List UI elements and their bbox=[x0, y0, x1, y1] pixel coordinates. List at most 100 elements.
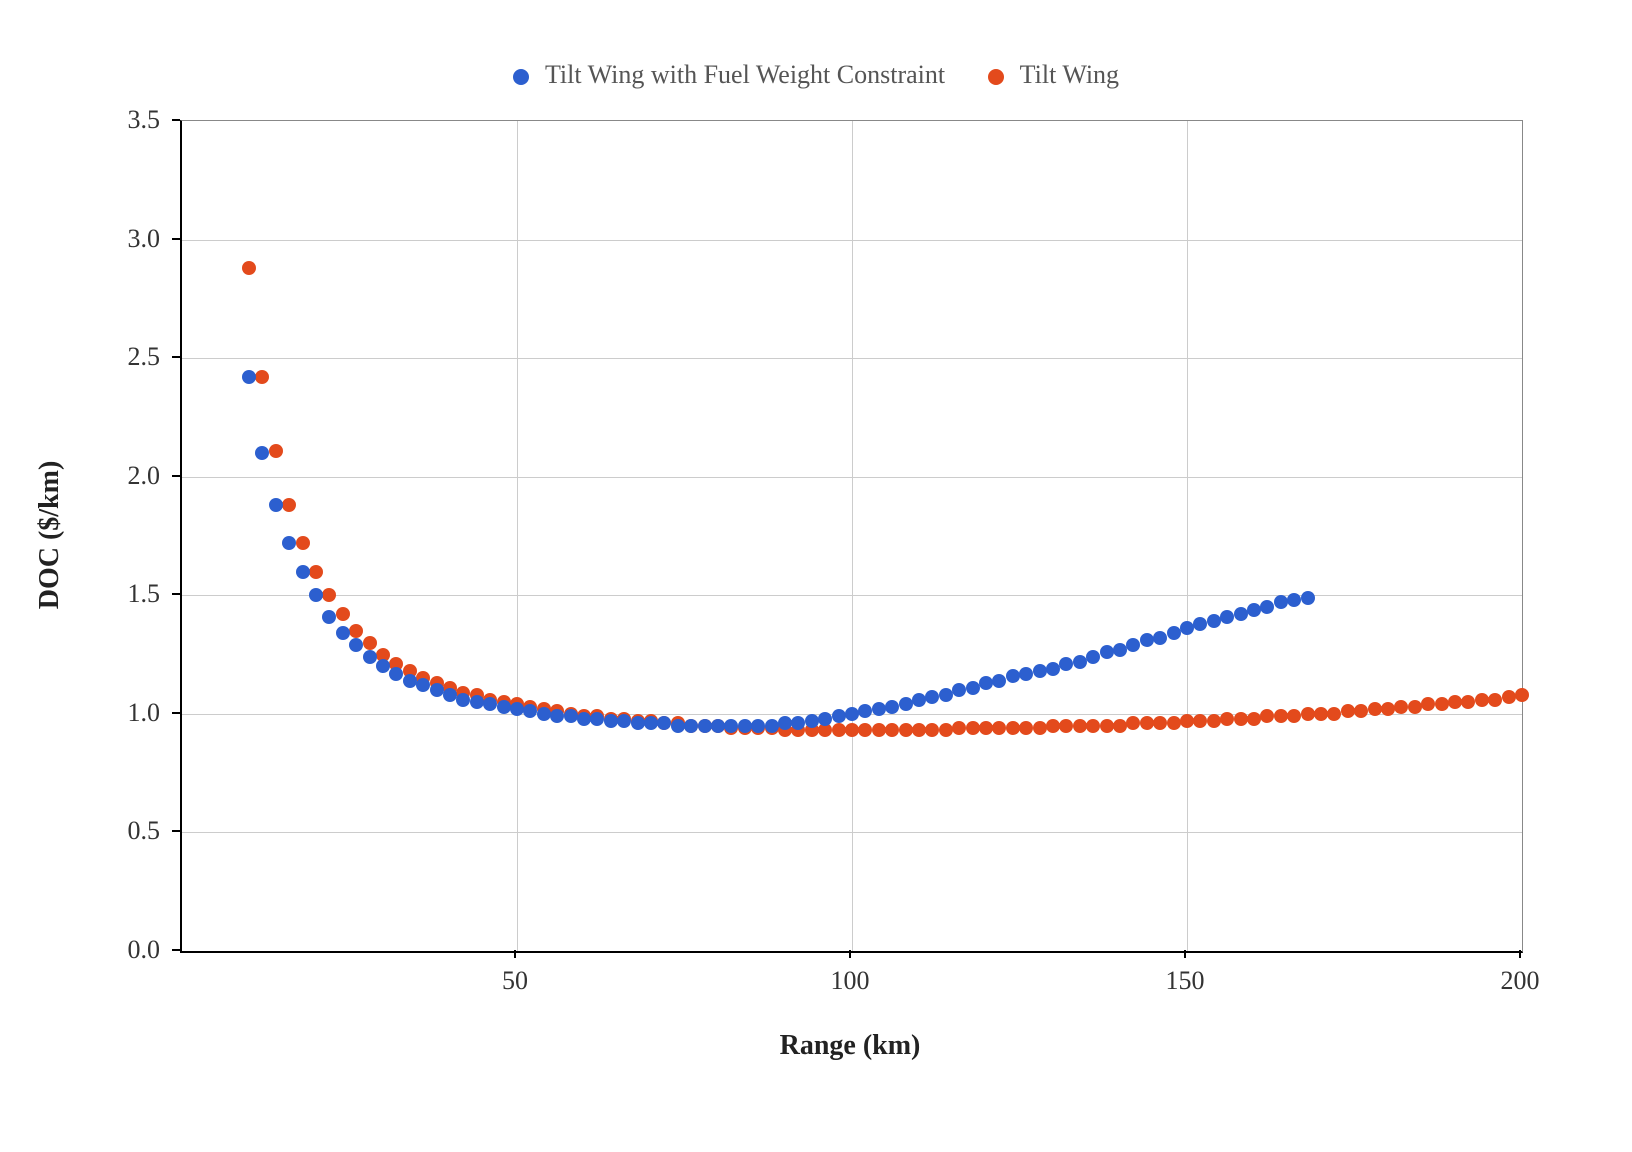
x-tick bbox=[514, 950, 516, 958]
data-point bbox=[684, 719, 698, 733]
x-tick bbox=[1519, 950, 1521, 958]
data-point bbox=[885, 723, 899, 737]
data-point bbox=[1475, 693, 1489, 707]
data-point bbox=[349, 638, 363, 652]
y-axis-title: DOC ($/km) bbox=[34, 461, 66, 610]
data-point bbox=[912, 723, 926, 737]
data-point bbox=[269, 444, 283, 458]
data-point bbox=[832, 723, 846, 737]
data-point bbox=[1274, 709, 1288, 723]
data-point bbox=[1073, 719, 1087, 733]
data-point bbox=[1354, 704, 1368, 718]
data-point bbox=[939, 723, 953, 737]
data-point bbox=[644, 716, 658, 730]
data-point bbox=[1086, 719, 1100, 733]
data-point bbox=[1167, 716, 1181, 730]
data-point bbox=[443, 688, 457, 702]
x-tick-label: 100 bbox=[831, 966, 870, 996]
data-point bbox=[282, 498, 296, 512]
y-tick-label: 0.5 bbox=[80, 816, 160, 846]
data-point bbox=[1368, 702, 1382, 716]
data-point bbox=[1327, 707, 1341, 721]
data-point bbox=[1220, 712, 1234, 726]
data-point bbox=[1301, 707, 1315, 721]
data-point bbox=[765, 719, 779, 733]
data-point bbox=[899, 697, 913, 711]
data-point bbox=[1100, 719, 1114, 733]
data-point bbox=[1180, 621, 1194, 635]
data-point bbox=[1006, 721, 1020, 735]
y-tick bbox=[172, 119, 180, 121]
data-point bbox=[1461, 695, 1475, 709]
data-point bbox=[1100, 645, 1114, 659]
data-point bbox=[1287, 709, 1301, 723]
x-tick bbox=[1184, 950, 1186, 958]
data-point bbox=[979, 721, 993, 735]
data-point bbox=[858, 723, 872, 737]
data-point bbox=[1260, 709, 1274, 723]
plot-area bbox=[180, 120, 1523, 953]
data-point bbox=[1381, 702, 1395, 716]
data-point bbox=[1073, 655, 1087, 669]
data-point bbox=[1046, 719, 1060, 733]
data-point bbox=[858, 704, 872, 718]
data-point bbox=[952, 721, 966, 735]
gridline-vertical bbox=[852, 121, 853, 951]
data-point bbox=[1247, 603, 1261, 617]
legend-label-2: Tilt Wing bbox=[1020, 60, 1119, 89]
data-point bbox=[550, 709, 564, 723]
gridline-horizontal bbox=[182, 832, 1522, 833]
data-point bbox=[631, 716, 645, 730]
data-point bbox=[1153, 716, 1167, 730]
data-point bbox=[1167, 626, 1181, 640]
data-point bbox=[523, 704, 537, 718]
data-point bbox=[363, 650, 377, 664]
data-point bbox=[282, 536, 296, 550]
chart-container: Tilt Wing with Fuel Weight Constraint Ti… bbox=[0, 0, 1632, 1152]
x-tick-label: 150 bbox=[1166, 966, 1205, 996]
data-point bbox=[1448, 695, 1462, 709]
data-point bbox=[1502, 690, 1516, 704]
data-point bbox=[269, 498, 283, 512]
data-point bbox=[1006, 669, 1020, 683]
data-point bbox=[322, 610, 336, 624]
gridline-vertical bbox=[1187, 121, 1188, 951]
data-point bbox=[872, 723, 886, 737]
data-point bbox=[363, 636, 377, 650]
data-point bbox=[403, 674, 417, 688]
data-point bbox=[979, 676, 993, 690]
data-point bbox=[1059, 719, 1073, 733]
data-point bbox=[296, 536, 310, 550]
data-point bbox=[1435, 697, 1449, 711]
data-point bbox=[845, 707, 859, 721]
data-point bbox=[1140, 633, 1154, 647]
data-point bbox=[1140, 716, 1154, 730]
gridline-horizontal bbox=[182, 595, 1522, 596]
data-point bbox=[470, 695, 484, 709]
y-tick bbox=[172, 238, 180, 240]
data-point bbox=[1019, 721, 1033, 735]
y-tick bbox=[172, 475, 180, 477]
y-tick bbox=[172, 712, 180, 714]
y-tick-label: 1.5 bbox=[80, 579, 160, 609]
data-point bbox=[1488, 693, 1502, 707]
data-point bbox=[751, 719, 765, 733]
data-point bbox=[966, 721, 980, 735]
data-point bbox=[1207, 614, 1221, 628]
gridline-horizontal bbox=[182, 240, 1522, 241]
data-point bbox=[791, 716, 805, 730]
data-point bbox=[1193, 617, 1207, 631]
data-point bbox=[1314, 707, 1328, 721]
data-point bbox=[805, 714, 819, 728]
data-point bbox=[322, 588, 336, 602]
data-point bbox=[590, 712, 604, 726]
data-point bbox=[952, 683, 966, 697]
data-point bbox=[1207, 714, 1221, 728]
data-point bbox=[1394, 700, 1408, 714]
data-point bbox=[1234, 712, 1248, 726]
data-point bbox=[939, 688, 953, 702]
data-point bbox=[1126, 716, 1140, 730]
legend-dot-1 bbox=[513, 69, 529, 85]
x-tick bbox=[849, 950, 851, 958]
data-point bbox=[1153, 631, 1167, 645]
